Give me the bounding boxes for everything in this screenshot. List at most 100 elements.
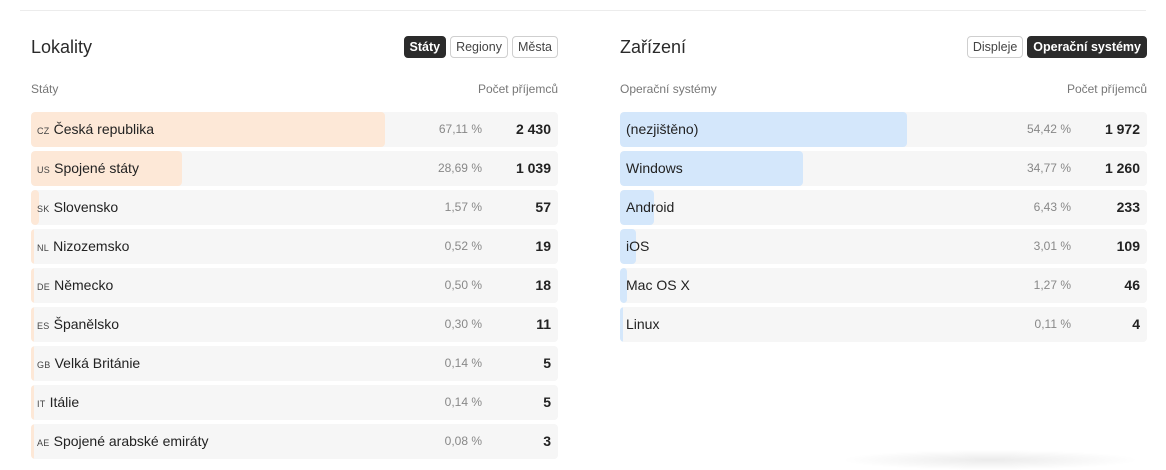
row-label: (nezjištěno): [626, 112, 698, 147]
row-percentage: 1,57 %: [444, 200, 482, 214]
row-label: NL Nizozemsko: [37, 229, 129, 264]
share-bar: [620, 307, 624, 342]
row-percentage: 0,30 %: [444, 317, 482, 331]
country-code: GB: [37, 360, 51, 370]
country-code: ES: [37, 321, 50, 331]
locality-column-header: Státy Počet příjemců: [31, 82, 558, 100]
devices-title: Zařízení: [620, 37, 687, 57]
row-count: 18: [535, 277, 551, 293]
row-label: Android: [626, 190, 674, 225]
country-code: SK: [37, 204, 50, 214]
row-label: DE Německo: [37, 268, 113, 303]
list-item[interactable]: GB Velká Británie 0,14 % 5: [31, 346, 558, 381]
row-name: iOS: [626, 238, 650, 254]
list-item[interactable]: ES Španělsko 0,30 % 11: [31, 307, 558, 342]
row-name: Velká Británie: [54, 355, 141, 371]
country-code: US: [37, 165, 51, 175]
row-label: CZ Česká republika: [37, 112, 154, 147]
column-operating-systems: Operační systémy: [620, 82, 717, 96]
tab-displays[interactable]: Displeje: [966, 36, 1024, 58]
list-item[interactable]: AE Spojené arabské emiráty 0,08 % 3: [31, 424, 558, 459]
locality-panel: Lokality Státy Regiony Města Státy Počet…: [31, 34, 558, 463]
row-count: 57: [535, 199, 551, 215]
list-item[interactable]: US Spojené státy 28,69 % 1 039: [31, 151, 558, 186]
list-item[interactable]: Linux 0,11 % 4: [620, 307, 1147, 342]
row-name: Mac OS X: [626, 277, 690, 293]
country-code: DE: [37, 282, 51, 292]
row-name: Nizozemsko: [53, 238, 130, 254]
row-count: 1 039: [515, 160, 551, 176]
row-percentage: 28,69 %: [437, 161, 482, 175]
row-label: SK Slovensko: [37, 190, 118, 225]
row-name: Španělsko: [53, 316, 119, 332]
row-name: Spojené arabské emiráty: [53, 433, 209, 449]
devices-list: (nezjištěno) 54,42 % 1 972 Windows 34,77 % 1 …: [620, 112, 1147, 342]
country-code: NL: [37, 243, 50, 253]
row-count: 4: [1132, 316, 1140, 332]
row-count: 11: [536, 316, 551, 332]
tab-operating-systems[interactable]: Operační systémy: [1027, 36, 1147, 58]
list-item[interactable]: Windows 34,77 % 1 260: [620, 151, 1147, 186]
column-recipients[interactable]: Počet příjemců: [1067, 82, 1147, 96]
row-count: 1 260: [1104, 160, 1140, 176]
row-percentage: 0,08 %: [444, 434, 482, 448]
tab-regions[interactable]: Regiony: [450, 36, 508, 58]
devices-panel: Zařízení Displeje Operační systémy Opera…: [620, 34, 1147, 346]
row-percentage: 0,11 %: [1034, 317, 1071, 331]
top-divider: [20, 10, 1146, 11]
list-item[interactable]: Mac OS X 1,27 % 46: [620, 268, 1147, 303]
row-count: 19: [535, 238, 551, 254]
share-bar: [31, 424, 35, 459]
country-code: AE: [37, 438, 50, 448]
row-percentage: 67,11 %: [438, 122, 482, 136]
country-code: CZ: [37, 126, 50, 136]
row-name: Spojené státy: [54, 160, 139, 176]
locality-header: Lokality Státy Regiony Města: [31, 34, 558, 60]
column-recipients[interactable]: Počet příjemců: [478, 82, 558, 96]
row-name: Itálie: [49, 394, 80, 410]
row-percentage: 0,14 %: [444, 356, 482, 370]
share-bar: [31, 346, 35, 381]
floating-shadow: [840, 450, 1140, 470]
list-item[interactable]: Android 6,43 % 233: [620, 190, 1147, 225]
list-item[interactable]: DE Německo 0,50 % 18: [31, 268, 558, 303]
row-count: 46: [1124, 277, 1140, 293]
devices-tab-group: Displeje Operační systémy: [966, 36, 1147, 58]
list-item[interactable]: IT Itálie 0,14 % 5: [31, 385, 558, 420]
row-name: Slovensko: [53, 199, 119, 215]
share-bar: [31, 229, 35, 264]
row-count: 1 972: [1104, 121, 1140, 137]
tab-cities[interactable]: Města: [511, 36, 558, 58]
row-name: Windows: [626, 160, 683, 176]
row-percentage: 1,27 %: [1033, 278, 1071, 292]
row-count: 233: [1116, 199, 1140, 215]
locality-title: Lokality: [31, 37, 93, 57]
row-label: US Spojené státy: [37, 151, 139, 186]
row-percentage: 0,52 %: [444, 239, 482, 253]
list-item[interactable]: SK Slovensko 1,57 % 57: [31, 190, 558, 225]
devices-header: Zařízení Displeje Operační systémy: [620, 34, 1147, 60]
share-bar: [31, 268, 35, 303]
row-label: iOS: [626, 229, 649, 264]
row-name: Česká republika: [53, 121, 154, 137]
row-percentage: 54,42 %: [1026, 122, 1071, 136]
list-item[interactable]: CZ Česká republika 67,11 % 2 430: [31, 112, 558, 147]
row-label: IT Itálie: [37, 385, 79, 420]
tab-states[interactable]: Státy: [403, 36, 447, 58]
row-label: ES Španělsko: [37, 307, 119, 342]
row-count: 3: [543, 433, 551, 449]
list-item[interactable]: NL Nizozemsko 0,52 % 19: [31, 229, 558, 264]
list-item[interactable]: iOS 3,01 % 109: [620, 229, 1147, 264]
list-item[interactable]: (nezjištěno) 54,42 % 1 972: [620, 112, 1147, 147]
row-name: (nezjištěno): [626, 121, 699, 137]
row-count: 5: [543, 394, 551, 410]
row-percentage: 0,50 %: [444, 278, 482, 292]
locality-tab-group: Státy Regiony Města: [403, 36, 558, 58]
row-count: 2 430: [515, 121, 551, 137]
row-label: AE Spojené arabské emiráty: [37, 424, 208, 459]
row-count: 109: [1116, 238, 1140, 254]
row-name: Android: [626, 199, 675, 215]
row-count: 5: [543, 355, 551, 371]
share-bar: [31, 307, 35, 342]
row-label: Windows: [626, 151, 683, 186]
